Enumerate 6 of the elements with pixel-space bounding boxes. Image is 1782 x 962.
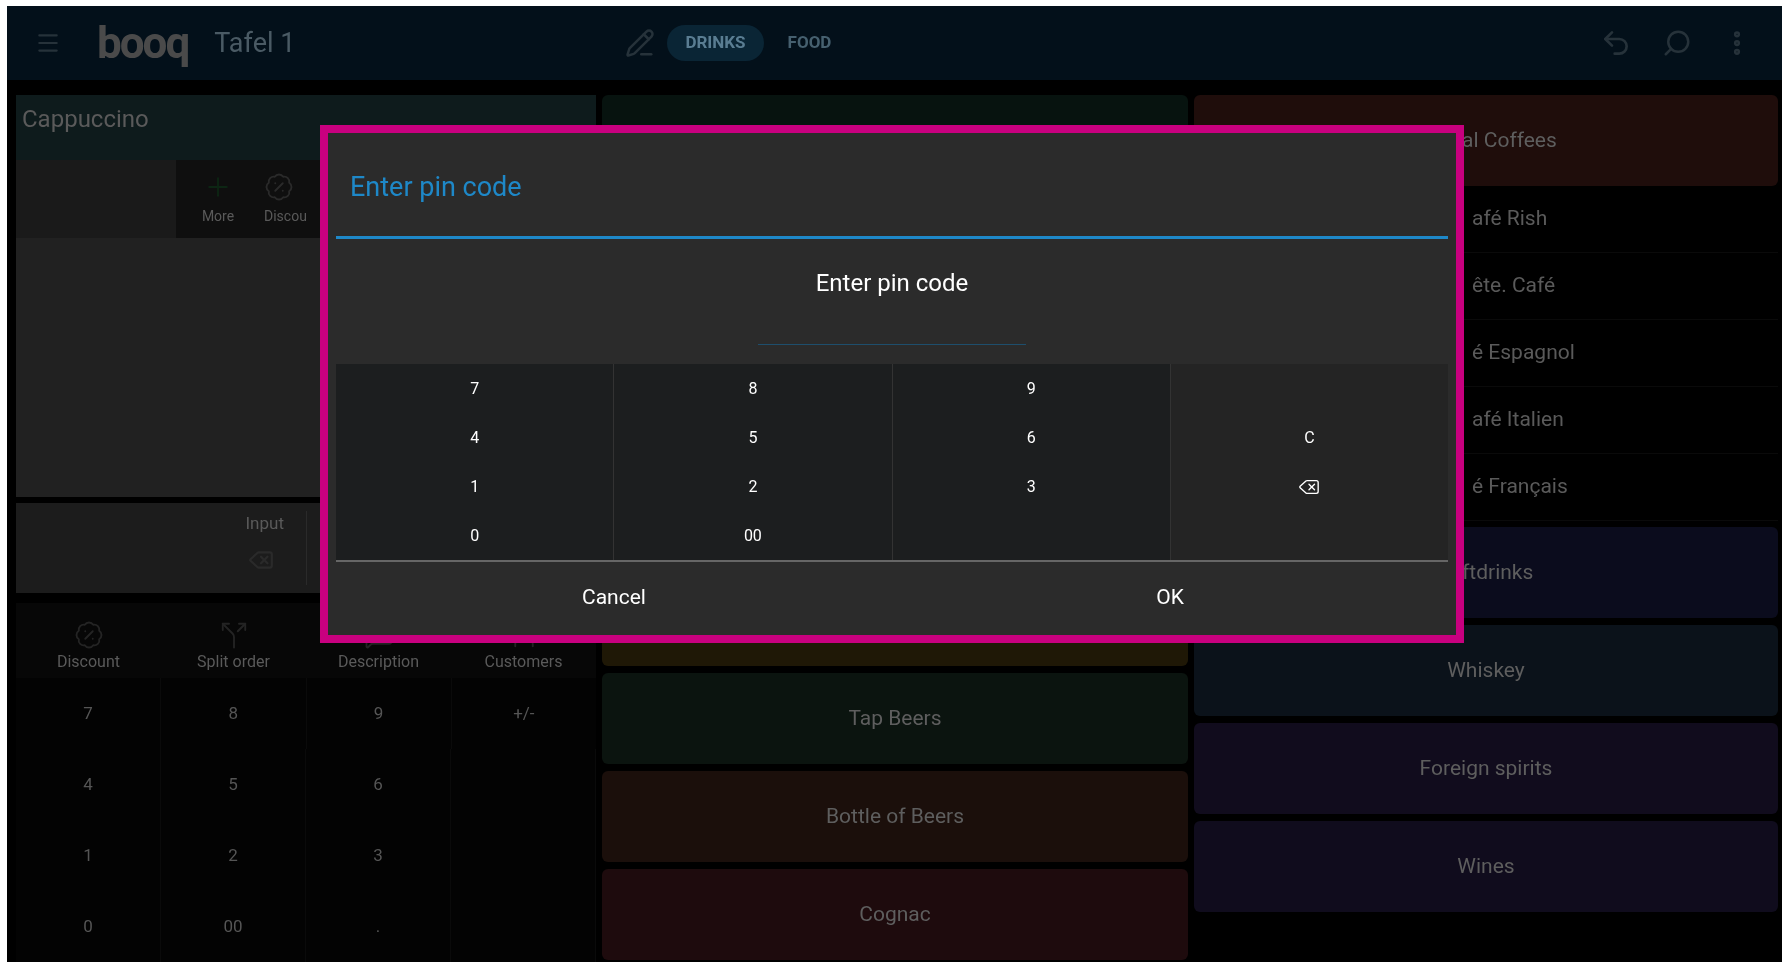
item-name: Cappuccino (22, 105, 149, 133)
input-label: Input (245, 512, 284, 535)
logo: booq (97, 21, 189, 65)
pin-prompt: Enter pin code (815, 268, 969, 299)
dialog-title: Enter pin code (350, 170, 522, 206)
table-title: Tafel 1 (214, 25, 296, 61)
